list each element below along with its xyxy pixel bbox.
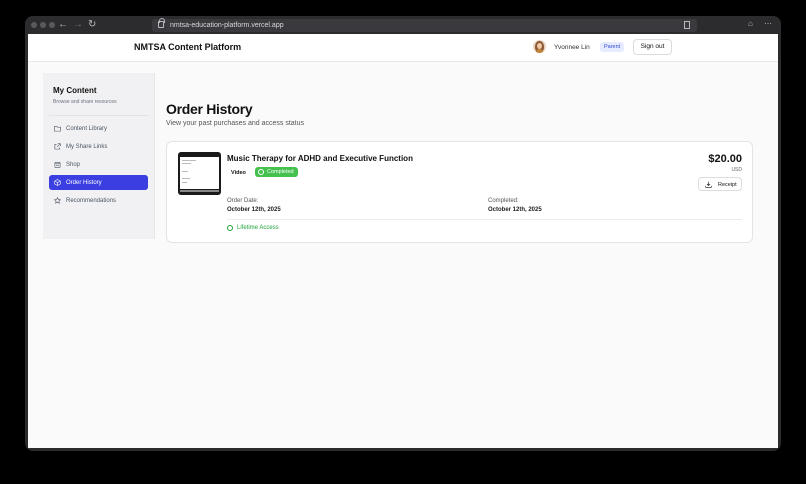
sidebar-item-label: My Share Links [66, 144, 108, 150]
shopping-bag-icon [54, 162, 61, 168]
order-date-label: Order Date: [227, 198, 259, 204]
sidebar-subtitle: Browse and share resources [53, 99, 117, 105]
order-currency: USD [731, 167, 742, 173]
extensions-icon[interactable]: ⌂ [748, 18, 753, 30]
brand-title[interactable]: NMTSA Content Platform [134, 42, 241, 52]
page-title: Order History [166, 101, 253, 117]
sidebar-title: My Content [53, 86, 97, 95]
order-item-title[interactable]: Music Therapy for ADHD and Executive Fun… [227, 154, 413, 163]
user-name: Yvonnee Lin [554, 44, 590, 51]
download-icon [705, 181, 712, 188]
back-arrow-icon[interactable]: ← [58, 18, 68, 32]
access-status: Lifetime Access [237, 225, 279, 231]
external-link-icon [54, 143, 61, 150]
folder-icon [54, 126, 61, 132]
star-icon [54, 197, 61, 204]
app-header: NMTSA Content Platform Yvonnee Lin Paren… [28, 34, 778, 62]
sidebar-item-label: Order History [66, 180, 102, 186]
url-text: nmtsa-education-platform.vercel.app [170, 22, 284, 29]
sidebar-item-shop[interactable]: Shop [49, 157, 148, 172]
browser-window: ← → ↻ nmtsa-education-platform.vercel.ap… [25, 16, 781, 451]
page-viewport: NMTSA Content Platform Yvonnee Lin Paren… [28, 34, 778, 448]
sign-out-button[interactable]: Sign out [633, 39, 672, 55]
page-subtitle: View your past purchases and access stat… [166, 120, 305, 127]
sidebar-item-my-share-links[interactable]: My Share Links [49, 139, 148, 154]
completed-date-label: Completed: [488, 198, 519, 204]
forward-arrow-icon[interactable]: → [73, 18, 83, 32]
order-price: $20.00 [708, 153, 742, 165]
sidebar-item-recommendations[interactable]: Recommendations [49, 193, 148, 208]
sidebar-item-label: Content Library [66, 126, 108, 132]
sidebar-divider [49, 115, 149, 116]
check-circle-icon [227, 225, 233, 231]
reload-icon[interactable]: ↻ [88, 18, 96, 32]
status-label: Completed [267, 169, 294, 175]
sidebar-item-content-library[interactable]: Content Library [49, 121, 148, 136]
address-bar[interactable]: nmtsa-education-platform.vercel.app [152, 18, 697, 32]
maximize-window-button[interactable] [49, 22, 55, 28]
status-badge: Completed [255, 167, 298, 177]
receipt-label: Receipt [718, 182, 737, 188]
browser-titlebar: ← → ↻ nmtsa-education-platform.vercel.ap… [25, 16, 781, 34]
content-type-badge: Video [231, 170, 246, 176]
sidebar: My Content Browse and share resources Co… [43, 73, 155, 239]
minimize-window-button[interactable] [40, 22, 46, 28]
check-circle-icon [258, 169, 264, 175]
lock-icon [158, 18, 165, 28]
order-date-value: October 12th, 2025 [227, 207, 281, 213]
more-menu-icon[interactable]: ⋯ [764, 18, 772, 30]
card-divider [227, 219, 742, 220]
close-window-button[interactable] [31, 22, 37, 28]
sidebar-item-order-history[interactable]: Order History [49, 175, 148, 190]
order-card: Music Therapy for ADHD and Executive Fun… [166, 141, 753, 243]
receipt-button[interactable]: Receipt [698, 177, 742, 191]
sidebar-item-label: Recommendations [66, 198, 117, 204]
completed-date-value: October 12th, 2025 [488, 207, 542, 213]
package-icon [54, 179, 61, 186]
avatar[interactable] [533, 40, 546, 53]
role-badge: Parent [600, 42, 625, 52]
bookmark-icon[interactable] [684, 21, 690, 29]
sidebar-item-label: Shop [66, 162, 81, 168]
video-thumbnail[interactable] [178, 152, 221, 195]
